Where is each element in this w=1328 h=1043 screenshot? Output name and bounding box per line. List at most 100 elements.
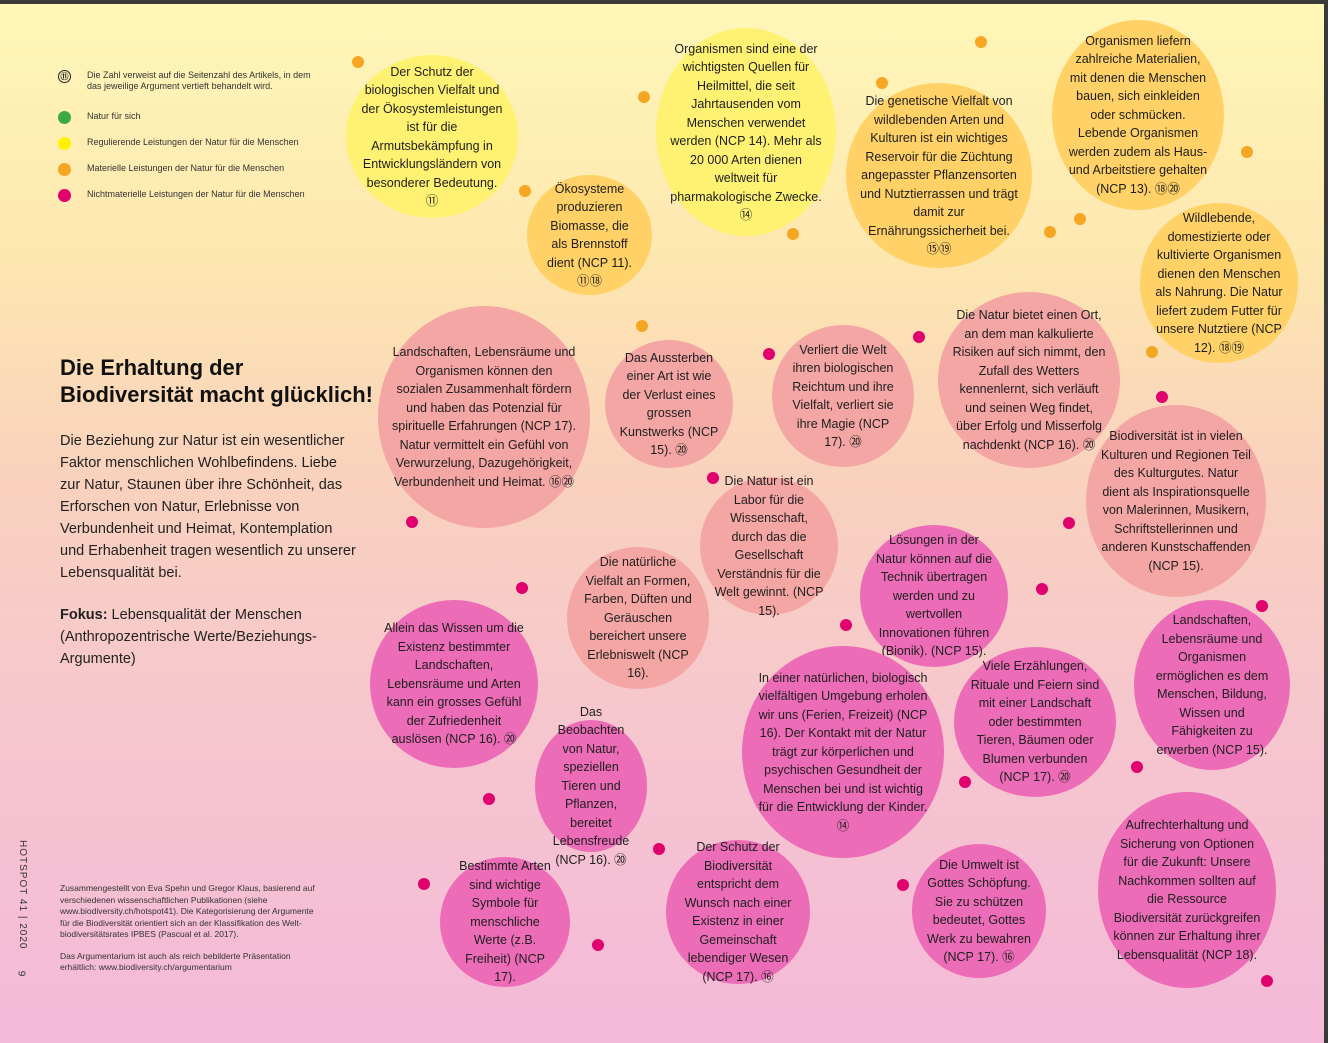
bubble-text: Biodiversität ist in vielen Kulturen und… [1101, 429, 1251, 573]
bubble-text: Allein das Wissen um die Existenz bestim… [384, 621, 524, 747]
bubble-text: Landschaften, Lebensräume und Organismen… [392, 345, 576, 489]
decor-dot [1063, 517, 1075, 529]
decor-dot [787, 228, 799, 240]
bubble-armut: Der Schutz der biologischen Vielfalt und… [346, 55, 518, 218]
bubble-text: Der Schutz der biologischen Vielfalt und… [361, 64, 503, 209]
bubble-text: Aufrechterhaltung und Sicherung von Opti… [1113, 818, 1261, 962]
decor-dot [1261, 975, 1273, 987]
bubble-schoepfung: Die Umwelt ist Gottes Schöpfung. Sie zu … [912, 844, 1046, 978]
page-title: Die Erhaltung der Biodiversität macht gl… [60, 355, 373, 407]
decor-dot [653, 843, 665, 855]
bubble-text: Organismen sind eine der wichtigsten Que… [670, 41, 822, 223]
legend-item-nonmaterial: Nichtmaterielle Leistungen der Natur für… [58, 189, 317, 202]
decor-dot [352, 56, 364, 68]
decor-dot [592, 939, 604, 951]
poster-page: ⑪ Die Zahl verweist auf die Seitenzahl d… [0, 0, 1328, 1043]
decor-dot [483, 793, 495, 805]
legend-item-nature: Natur für sich [58, 111, 317, 124]
decor-dot [519, 185, 531, 197]
bubble-erzaehlungen: Viele Erzählungen, Rituale und Feiern si… [954, 647, 1116, 797]
running-head: HOTSPOT 41 | 2020 [17, 840, 42, 990]
bubble-text: Wildlebende, domestizierte oder kultivie… [1155, 211, 1283, 355]
orange-dot-icon [58, 163, 71, 176]
decor-dot [1044, 226, 1056, 238]
decor-dot [1131, 761, 1143, 773]
decor-dot [516, 582, 528, 594]
bubble-text: Organismen liefern zahlreiche Materialie… [1068, 33, 1208, 196]
decor-dot [959, 776, 971, 788]
focus-label: Fokus: [60, 607, 108, 623]
bubble-heilmittel: Organismen sind eine der wichtigsten Que… [656, 28, 836, 236]
decor-dot [638, 91, 650, 103]
legend-label: Die Zahl verweist auf die Seitenzahl des… [87, 70, 311, 91]
bubble-text: Verliert die Welt ihren biologischen Rei… [792, 342, 894, 450]
bubble-wissen: Allein das Wissen um die Existenz bestim… [370, 600, 538, 768]
decor-dot [636, 320, 648, 332]
presentation-note: Das Argumentarium ist auch als reich beb… [60, 950, 291, 973]
yellow-dot-icon [58, 137, 71, 150]
intro-text: Die Beziehung zur Natur ist ein wesentli… [60, 433, 356, 581]
bubble-landschaften-heimat: Landschaften, Lebensräume und Organismen… [378, 306, 590, 528]
page-ref-icon: ⑪ [58, 70, 71, 83]
bubble-text: Lösungen in der Natur können auf die Tec… [875, 533, 993, 659]
decor-dot [840, 619, 852, 631]
bubble-beobachten: Das Beobachten von Natur, speziellen Tie… [535, 705, 647, 867]
bubble-vielfalt: Die natürliche Vielfalt an Formen, Farbe… [567, 547, 709, 689]
legend-item-material: Materielle Leistungen der Natur für die … [58, 163, 317, 176]
bubble-text: Die Natur ist ein Labor für die Wissensc… [714, 474, 824, 618]
bubble-text: Bestimmte Arten sind wichtige Symbole fü… [459, 859, 551, 985]
decor-dot [897, 879, 909, 891]
bubble-nahrung: Wildlebende, domestizierte oder kultivie… [1140, 203, 1298, 363]
decor-dot [913, 331, 925, 343]
bubble-text: Die Umwelt ist Gottes Schöpfung. Sie zu … [927, 857, 1031, 965]
bubble-magie: Verliert die Welt ihren biologischen Rei… [772, 325, 914, 467]
decor-dot [707, 472, 719, 484]
legend-item-number: ⑪ Die Zahl verweist auf die Seitenzahl d… [58, 70, 317, 92]
bubble-genetisch: Die genetische Vielfalt von wildlebenden… [846, 83, 1032, 268]
magenta-dot-icon [58, 189, 71, 202]
bubble-aussterben: Das Aussterben einer Art ist wie der Ver… [605, 340, 733, 468]
bubble-risiken: Die Natur bietet einen Ort, an dem man k… [938, 292, 1120, 468]
top-border [0, 0, 1328, 4]
decor-dot [1036, 583, 1048, 595]
bubble-materialien: Organismen liefern zahlreiche Materialie… [1052, 20, 1224, 210]
bubble-kulturgut: Biodiversität ist in vielen Kulturen und… [1086, 405, 1266, 597]
legend-item-regulating: Regulierende Leistungen der Natur für di… [58, 137, 317, 150]
bubble-text: Landschaften, Lebensräume und Organismen… [1155, 613, 1269, 757]
decor-dot [763, 348, 775, 360]
bubble-text: Ökosysteme produzieren Biomasse, die als… [547, 181, 632, 289]
bubble-bildung: Landschaften, Lebensräume und Organismen… [1134, 600, 1290, 770]
running-head-text: HOTSPOT 41 | 2020 [17, 840, 28, 950]
legend-label: Natur für sich [87, 111, 141, 121]
bubble-text: Das Aussterben einer Art ist wie der Ver… [619, 350, 719, 458]
bubble-erholen: In einer natürlichen, biologisch vielfäl… [742, 646, 944, 858]
bubble-text: Die Natur bietet einen Ort, an dem man k… [952, 308, 1106, 452]
decor-dot [1256, 600, 1268, 612]
bubble-existenz: Der Schutz der Biodiversität entspricht … [666, 840, 810, 984]
bubble-text: Das Beobachten von Natur, speziellen Tie… [552, 704, 630, 867]
bubble-text: Die natürliche Vielfalt an Formen, Farbe… [584, 555, 692, 681]
decor-dot [1146, 346, 1158, 358]
green-dot-icon [58, 111, 71, 124]
bubble-text: In einer natürlichen, biologisch vielfäl… [758, 670, 928, 833]
decor-dot [1156, 391, 1168, 403]
right-border [1324, 0, 1328, 1043]
legend-label: Nichtmaterielle Leistungen der Natur für… [87, 189, 305, 199]
bubble-text: Die genetische Vielfalt von wildlebenden… [860, 94, 1018, 257]
decor-dot [876, 77, 888, 89]
decor-dot [1241, 146, 1253, 158]
bubble-optionen: Aufrechterhaltung und Sicherung von Opti… [1098, 792, 1276, 988]
decor-dot [1074, 213, 1086, 225]
decor-dot [406, 516, 418, 528]
decor-dot [418, 878, 430, 890]
page-number: 9 [15, 970, 27, 977]
legend-label: Materielle Leistungen der Natur für die … [87, 163, 285, 173]
credits-text: Zusammengestellt von Eva Spehn und Grego… [60, 883, 315, 939]
bubble-labor: Die Natur ist ein Labor für die Wissensc… [700, 474, 838, 618]
legend-label: Regulierende Leistungen der Natur für di… [87, 137, 299, 147]
bubble-text: Der Schutz der Biodiversität entspricht … [684, 840, 792, 984]
focus-text: Fokus: Lebensqualität der Menschen (Anth… [60, 604, 350, 670]
bubble-text: Viele Erzählungen, Rituale und Feiern si… [970, 659, 1100, 785]
bubble-symbole: Bestimmte Arten sind wichtige Symbole fü… [440, 857, 570, 987]
bubble-biomasse: Ökosysteme produzieren Biomasse, die als… [527, 175, 652, 295]
